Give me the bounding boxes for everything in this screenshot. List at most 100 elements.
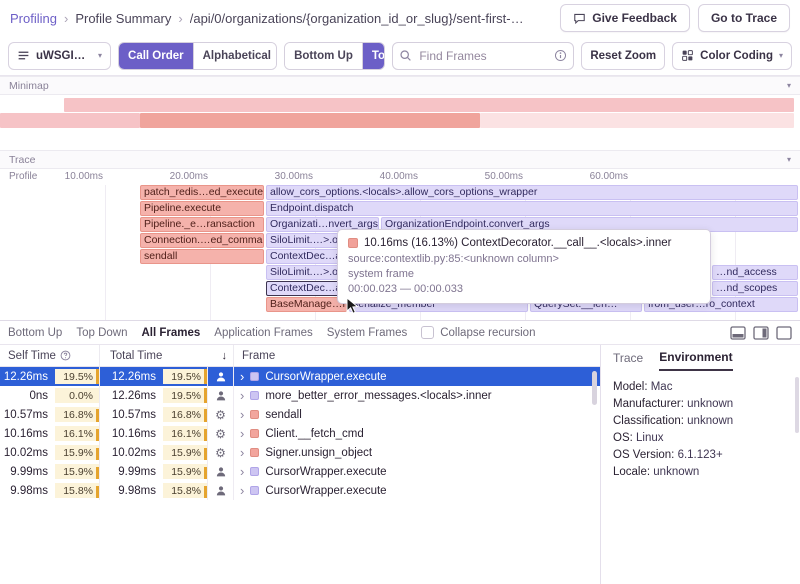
flamegraph-frame[interactable]: patch_redis…ed_execute	[140, 185, 264, 200]
layout-toggle-group	[730, 326, 792, 340]
total-pct-value: 15.9%	[162, 462, 208, 481]
go-to-trace-button[interactable]: Go to Trace	[698, 4, 790, 32]
total-time-value: 10.57ms	[100, 405, 162, 424]
table-row[interactable]: 10.16ms16.1%10.16ms16.1%⚙›Client.__fetch…	[0, 424, 600, 443]
sorting-option-alphabetical[interactable]: Alphabetical	[193, 43, 277, 69]
details-tab-trace[interactable]: Trace	[613, 350, 643, 371]
frame-cell: › Client.__fetch_cmd	[234, 424, 600, 443]
expand-chevron-icon[interactable]: ›	[240, 369, 244, 384]
flamegraph[interactable]: patch_redis…ed_executeallow_cors_options…	[0, 185, 800, 320]
dock-bottom-icon[interactable]	[730, 326, 746, 340]
minimap-canvas[interactable]	[0, 95, 800, 150]
info-icon[interactable]	[554, 49, 567, 62]
maximize-icon[interactable]	[776, 326, 792, 340]
give-feedback-label: Give Feedback	[592, 11, 677, 25]
tab-bottom-up[interactable]: Bottom Up	[8, 327, 62, 339]
expand-chevron-icon[interactable]: ›	[240, 407, 244, 422]
total-time-label: Total Time	[110, 350, 162, 362]
self-pct-value: 16.1%	[54, 424, 100, 443]
profiling-flamegraph-page: Profiling › Profile Summary › /api/0/org…	[0, 0, 800, 584]
chevron-down-icon: ▾	[779, 52, 783, 60]
table-row[interactable]: 10.02ms15.9%10.02ms15.9%⚙›Signer.unsign_…	[0, 443, 600, 462]
frame-cell: ›CursorWrapper.execute	[234, 462, 600, 481]
flamegraph-frame[interactable]: ContextDec…als>.i	[266, 281, 345, 296]
person-icon	[208, 462, 234, 481]
frame-tooltip: 10.16ms (16.13%) ContextDecorator.__call…	[337, 229, 711, 304]
flamegraph-frame[interactable]: ContextDec…als>.i	[266, 249, 345, 264]
expand-chevron-icon[interactable]: ›	[240, 388, 244, 403]
flamegraph-frame[interactable]: SiloLimit.…>.over	[266, 265, 345, 280]
frame-header[interactable]: Frame	[234, 350, 600, 362]
frame-name: Signer.unsign_object	[265, 447, 372, 459]
self-time-header[interactable]: Self Time	[0, 345, 100, 366]
frame-name: sendall	[265, 409, 301, 421]
question-icon	[60, 350, 71, 361]
give-feedback-button[interactable]: Give Feedback	[560, 4, 690, 32]
chevron-down-icon[interactable]: ▾	[787, 156, 791, 164]
flamegraph-frame[interactable]: allow_cors_options.<locals>.allow_cors_o…	[266, 185, 798, 200]
expand-chevron-icon[interactable]: ›	[240, 445, 244, 460]
tooltip-frame-type: system frame	[348, 268, 700, 280]
search-icon	[399, 49, 412, 62]
flamegraph-frame[interactable]: Endpoint.dispatch	[266, 201, 798, 216]
frame-cell: › sendall	[234, 405, 600, 424]
details-tabs: Trace Environment	[601, 345, 800, 371]
expand-chevron-icon[interactable]: ›	[240, 426, 244, 441]
view-option-top-down[interactable]: Top Down	[362, 43, 385, 69]
table-row[interactable]: 10.57ms16.8%10.57ms16.8%⚙›sendall	[0, 405, 600, 424]
details-tab-environment[interactable]: Environment	[659, 350, 732, 371]
flamegraph-frame[interactable]: Pipeline.execute	[140, 201, 264, 216]
table-row[interactable]: 12.26ms19.5%12.26ms19.5%›CursorWrapper.e…	[0, 367, 600, 386]
breadcrumb-profile-summary[interactable]: Profile Summary	[75, 11, 171, 26]
table-row[interactable]: 9.98ms15.8%9.98ms15.8%›CursorWrapper.exe…	[0, 481, 600, 500]
self-time-label: Self Time	[8, 350, 56, 362]
person-icon	[208, 367, 234, 386]
details-pane: TraceEnvironment Model: MacManufacturer:…	[600, 345, 800, 584]
color-coding-button[interactable]: Color Coding ▾	[672, 42, 792, 70]
view-option-bottom-up[interactable]: Bottom Up	[285, 43, 362, 69]
table-scrollbar[interactable]	[592, 371, 597, 405]
thread-selector[interactable]: uWSGIWor… ▾	[8, 42, 111, 70]
tab-all-frames[interactable]: All Frames	[141, 327, 200, 339]
breadcrumb-endpoint: /api/0/organizations/{organization_id_or…	[190, 11, 524, 26]
total-time-header[interactable]: Total Time ↓	[100, 345, 234, 366]
sort-desc-icon[interactable]: ↓	[222, 350, 228, 362]
person-icon	[208, 481, 234, 500]
minimap-header[interactable]: Minimap ▾	[0, 76, 800, 95]
reset-zoom-button[interactable]: Reset Zoom	[581, 42, 665, 70]
breadcrumb-profiling[interactable]: Profiling	[10, 11, 57, 26]
flamegraph-frame[interactable]: Pipeline._e…ransaction	[140, 217, 264, 232]
dock-right-icon[interactable]	[753, 326, 769, 340]
frame-color-square	[250, 372, 259, 381]
total-time-value: 9.98ms	[100, 481, 162, 500]
table-row[interactable]: 0ns0.0%12.26ms19.5%›more_better_error_me…	[0, 386, 600, 405]
tab-system-frames[interactable]: System Frames	[327, 327, 408, 339]
collapse-recursion-toggle[interactable]: Collapse recursion	[421, 326, 535, 339]
tab-application-frames[interactable]: Application Frames	[214, 327, 312, 339]
flamegraph-frame[interactable]: SiloLimit.…>.over	[266, 233, 345, 248]
mouse-cursor	[346, 297, 360, 315]
frame-name: Client.__fetch_cmd	[265, 428, 363, 440]
gear-icon: ⚙	[208, 443, 234, 462]
details-scrollbar[interactable]	[795, 377, 799, 433]
tab-top-down[interactable]: Top Down	[76, 327, 127, 339]
trace-header[interactable]: Trace ▾	[0, 150, 800, 169]
sorting-option-call-order[interactable]: Call Order	[119, 43, 193, 69]
flamegraph-frame[interactable]: BaseManage…from_cache	[266, 297, 347, 312]
toolbar: uWSGIWor… ▾ Call OrderAlphabeticalLeft H…	[0, 36, 800, 76]
flamegraph-frame[interactable]: Connection.…ed_command	[140, 233, 264, 248]
find-frames-input[interactable]	[392, 42, 574, 70]
flamegraph-frame[interactable]: sendall	[140, 249, 264, 264]
profile-label: Profile	[9, 171, 37, 182]
expand-chevron-icon[interactable]: ›	[240, 483, 244, 498]
axis-tick: 10.00ms	[45, 171, 103, 182]
flamegraph-frame[interactable]: …nd_scopes	[712, 281, 798, 296]
chevron-down-icon[interactable]: ▾	[787, 82, 791, 90]
detail-field: Model: Mac	[613, 379, 788, 396]
person-icon	[208, 386, 234, 405]
checkbox-icon[interactable]	[421, 326, 434, 339]
flamegraph-frame[interactable]: …nd_access	[712, 265, 798, 280]
minimap-block	[0, 113, 140, 128]
expand-chevron-icon[interactable]: ›	[240, 464, 244, 479]
table-row[interactable]: 9.99ms15.9%9.99ms15.9%›CursorWrapper.exe…	[0, 462, 600, 481]
